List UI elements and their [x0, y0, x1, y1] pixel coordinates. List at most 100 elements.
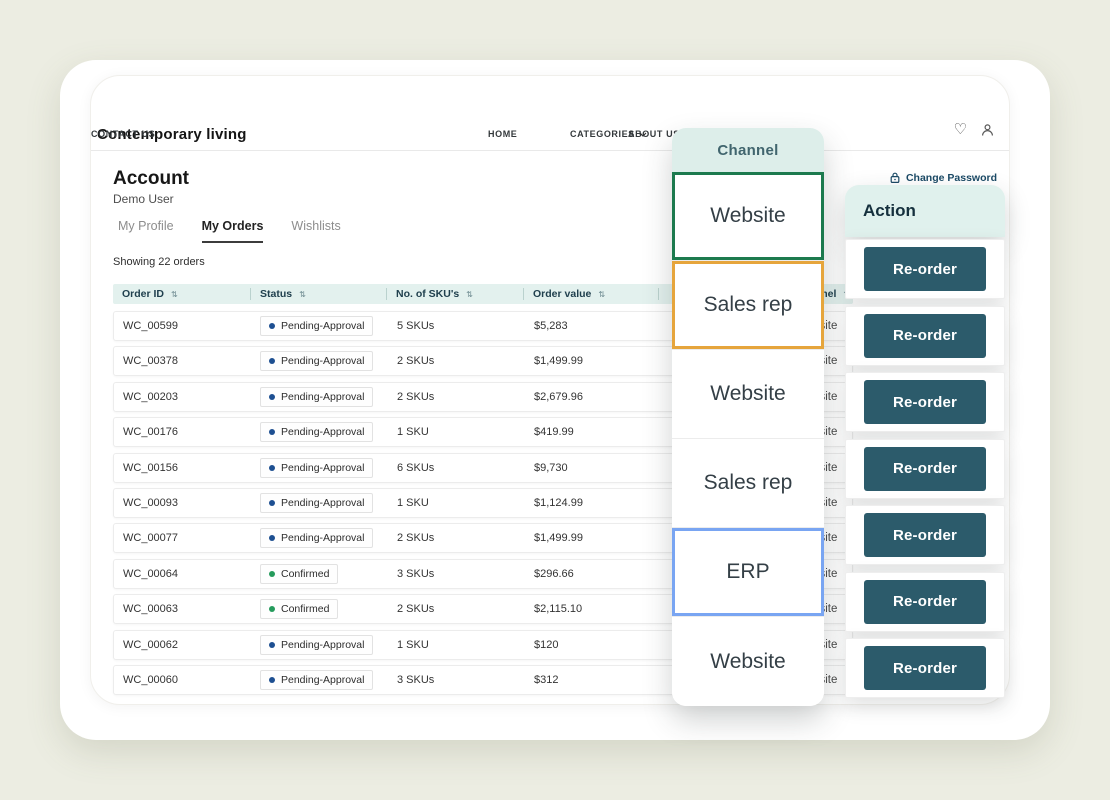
reorder-button[interactable]: Re-order — [864, 580, 986, 624]
status-dot-icon — [269, 606, 275, 612]
order-id-cell: WC_00203 — [114, 391, 252, 403]
change-password-link[interactable]: Change Password — [889, 171, 997, 184]
sku-count-cell: 3 SKUs — [388, 674, 525, 686]
channel-value-cell[interactable]: Sales rep — [672, 261, 824, 350]
channel-value-cell[interactable]: Website — [672, 617, 824, 706]
sku-count-cell: 5 SKUs — [388, 320, 525, 332]
status-badge: Pending-Approval — [260, 493, 373, 513]
status-dot-icon — [269, 394, 275, 400]
action-row: Re-order — [845, 572, 1005, 632]
order-id-cell: WC_00156 — [114, 462, 252, 474]
tab[interactable]: My Orders — [202, 219, 264, 243]
order-value-cell: $2,679.96 — [525, 391, 660, 403]
order-value-cell: $1,124.99 — [525, 497, 660, 509]
action-row: Re-order — [845, 439, 1005, 499]
tab[interactable]: My Profile — [118, 219, 174, 243]
account-person-icon[interactable] — [980, 123, 995, 137]
change-password-label: Change Password — [906, 172, 997, 184]
status-dot-icon — [269, 535, 275, 541]
sku-count-cell: 3 SKUs — [388, 568, 525, 580]
reorder-button[interactable]: Re-order — [864, 513, 986, 557]
top-navbar: Contemporary living HOME CATEGORIES ABOU… — [91, 76, 1009, 151]
col-header-status[interactable]: Status⇅ — [251, 284, 387, 304]
sort-icon: ⇅ — [171, 290, 178, 299]
status-dot-icon — [269, 571, 275, 577]
orders-count-text: Showing 22 orders — [113, 256, 205, 268]
tab[interactable]: Wishlists — [291, 219, 340, 243]
order-id-cell: WC_00063 — [114, 603, 252, 615]
main-nav: HOME CATEGORIES ABOUT US CONTACT US — [91, 129, 1009, 145]
action-row: Re-order — [845, 638, 1005, 698]
reorder-button[interactable]: Re-order — [864, 247, 986, 291]
sort-icon: ⇅ — [598, 290, 605, 299]
account-username: Demo User — [113, 192, 174, 206]
action-overlay-rows: Re-order Re-order Re-order Re-order Re-o… — [845, 239, 1005, 698]
order-value-cell: $296.66 — [525, 568, 660, 580]
wishlist-heart-icon[interactable]: ♡ — [954, 122, 967, 137]
screenshot-stage: Contemporary living HOME CATEGORIES ABOU… — [0, 0, 1110, 800]
status-badge: Pending-Approval — [260, 387, 373, 407]
nav-item[interactable]: HOME — [488, 129, 517, 139]
channel-column-overlay: Channel WebsiteSales repWebsiteSales rep… — [672, 128, 824, 706]
channel-value-cell[interactable]: ERP — [672, 528, 824, 617]
status-badge: Pending-Approval — [260, 316, 373, 336]
status-dot-icon — [269, 500, 275, 506]
reorder-button[interactable]: Re-order — [864, 314, 986, 358]
channel-value-cell[interactable]: Website — [672, 350, 824, 439]
status-badge: Pending-Approval — [260, 528, 373, 548]
status-dot-icon — [269, 429, 275, 435]
channel-overlay-title: Channel — [672, 128, 824, 172]
sku-count-cell: 2 SKUs — [388, 603, 525, 615]
lock-icon — [889, 171, 901, 184]
action-row: Re-order — [845, 372, 1005, 432]
sku-count-cell: 6 SKUs — [388, 462, 525, 474]
sku-count-cell: 1 SKU — [388, 497, 525, 509]
reorder-button[interactable]: Re-order — [864, 447, 986, 491]
sku-count-cell: 1 SKU — [388, 639, 525, 651]
status-dot-icon — [269, 465, 275, 471]
status-badge: Pending-Approval — [260, 351, 373, 371]
sort-icon: ⇅ — [299, 290, 306, 299]
sku-count-cell: 1 SKU — [388, 426, 525, 438]
status-dot-icon — [269, 323, 275, 329]
status-dot-icon — [269, 358, 275, 364]
reorder-button[interactable]: Re-order — [864, 646, 986, 690]
reorder-button[interactable]: Re-order — [864, 380, 986, 424]
status-badge: Pending-Approval — [260, 422, 373, 442]
status-badge: Pending-Approval — [260, 458, 373, 478]
order-id-cell: WC_00176 — [114, 426, 252, 438]
order-value-cell: $312 — [525, 674, 660, 686]
action-overlay-title: Action — [845, 185, 1005, 237]
action-row: Re-order — [845, 239, 1005, 299]
order-id-cell: WC_00378 — [114, 355, 252, 367]
channel-value-cell[interactable]: Sales rep — [672, 439, 824, 528]
order-value-cell: $2,115.10 — [525, 603, 660, 615]
order-id-cell: WC_00064 — [114, 568, 252, 580]
channel-value-cell[interactable]: Website — [672, 172, 824, 261]
col-header-order-value[interactable]: Order value⇅ — [524, 284, 659, 304]
action-column-overlay: Action Re-order Re-order Re-order Re-ord… — [845, 185, 1005, 700]
status-badge: Confirmed — [260, 599, 338, 619]
sku-count-cell: 2 SKUs — [388, 532, 525, 544]
order-value-cell: $120 — [525, 639, 660, 651]
order-id-cell: WC_00077 — [114, 532, 252, 544]
order-value-cell: $1,499.99 — [525, 355, 660, 367]
action-row: Re-order — [845, 505, 1005, 565]
order-id-cell: WC_00093 — [114, 497, 252, 509]
order-value-cell: $9,730 — [525, 462, 660, 474]
order-id-cell: WC_00599 — [114, 320, 252, 332]
col-header-skus[interactable]: No. of SKU's⇅ — [387, 284, 524, 304]
order-value-cell: $419.99 — [525, 426, 660, 438]
order-id-cell: WC_00060 — [114, 674, 252, 686]
status-dot-icon — [269, 677, 275, 683]
account-tabs: My Profile My Orders Wishlists — [118, 219, 341, 243]
action-row: Re-order — [845, 306, 1005, 366]
col-header-order-id[interactable]: Order ID⇅ — [113, 284, 251, 304]
sku-count-cell: 2 SKUs — [388, 391, 525, 403]
sort-icon: ⇅ — [466, 290, 473, 299]
order-id-cell: WC_00062 — [114, 639, 252, 651]
status-badge: Pending-Approval — [260, 635, 373, 655]
order-value-cell: $1,499.99 — [525, 532, 660, 544]
order-value-cell: $5,283 — [525, 320, 660, 332]
nav-item[interactable]: CONTACT US — [91, 129, 155, 139]
